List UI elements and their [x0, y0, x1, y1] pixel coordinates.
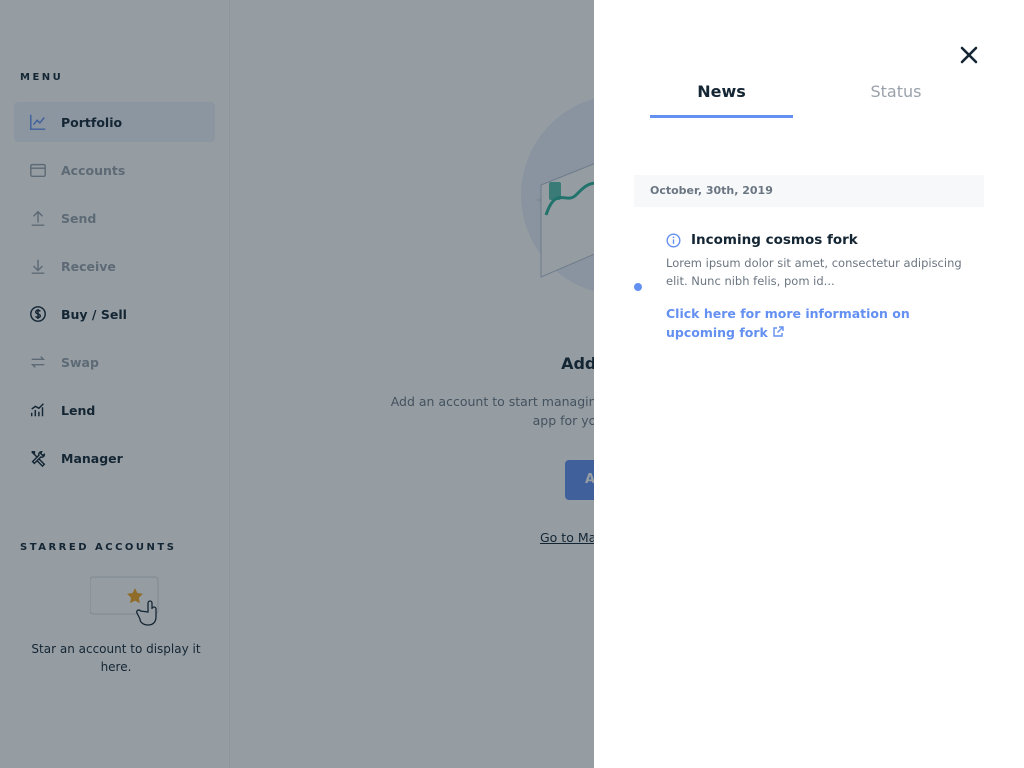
tab-status[interactable]: Status: [826, 82, 966, 118]
drawer-tabs: News Status: [650, 82, 985, 118]
news-link-text: Click here for more information on upcom…: [666, 306, 910, 340]
news-title: Incoming cosmos fork: [691, 232, 858, 248]
close-button[interactable]: [958, 44, 980, 66]
news-more-info-link[interactable]: Click here for more information on upcom…: [666, 304, 971, 342]
tab-news[interactable]: News: [650, 82, 793, 118]
news-date-header: October, 30th, 2019: [634, 175, 984, 207]
news-body: Lorem ipsum dolor sit amet, consectetur …: [666, 256, 962, 288]
news-item: Incoming cosmos fork Lorem ipsum dolor s…: [666, 230, 971, 342]
close-icon: [960, 46, 978, 64]
news-header: Incoming cosmos fork: [666, 230, 971, 250]
external-link-icon: [773, 326, 784, 337]
info-icon: [666, 232, 681, 248]
timeline-dot: [634, 283, 642, 291]
